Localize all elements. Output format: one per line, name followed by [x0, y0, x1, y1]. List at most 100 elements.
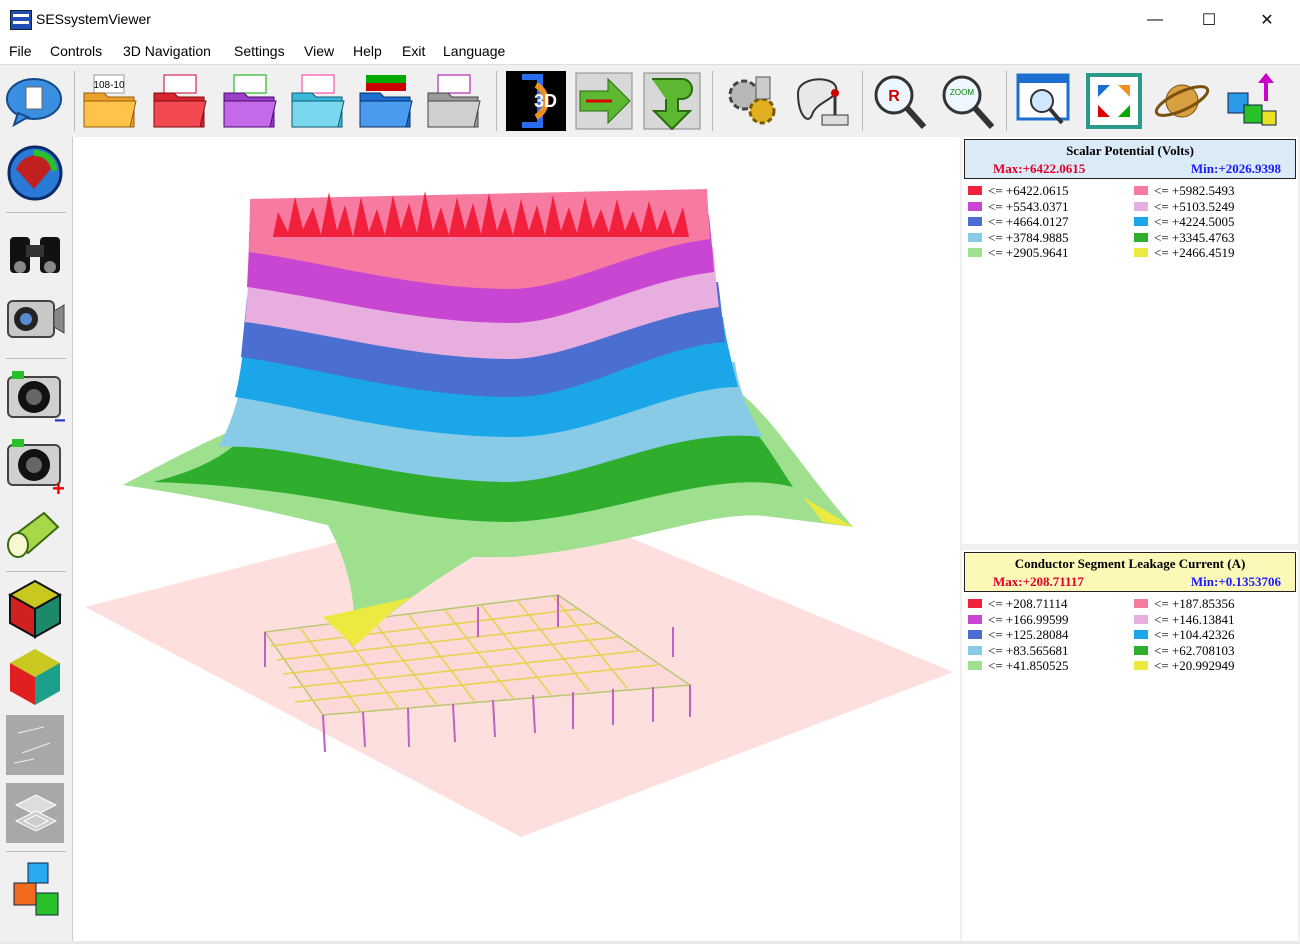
legend-item: <= +166.99599 [968, 612, 1128, 627]
legend-swatch [968, 217, 982, 226]
legend-swatch [968, 248, 982, 257]
open-folder-red-icon[interactable] [150, 71, 210, 131]
legend-item: <= +104.42326 [1134, 627, 1294, 642]
globe-render-icon[interactable] [4, 141, 66, 205]
camera-zoom-in-icon[interactable]: + [4, 433, 66, 501]
legend-item: <= +208.71114 [968, 596, 1128, 611]
legend-swatch [968, 630, 982, 639]
cube-solid-icon[interactable] [4, 645, 66, 709]
open-folder-gray-icon[interactable] [424, 71, 484, 131]
minimize-button[interactable]: — [1126, 0, 1184, 40]
legend-item: <= +5982.5493 [1134, 183, 1294, 198]
legend-item: <= +4224.5005 [1134, 214, 1294, 229]
window-title: SESsystemViewer [36, 11, 151, 27]
legend-swatch [968, 599, 982, 608]
legend-max: Max:+6422.0615 [993, 161, 1086, 176]
legend-item: <= +62.708103 [1134, 643, 1294, 658]
menu-controls[interactable]: Controls [50, 43, 102, 59]
legend-item: <= +187.85356 [1134, 596, 1294, 611]
legend-swatch [1134, 661, 1148, 670]
legend-swatch [1134, 217, 1148, 226]
legend-label: <= +104.42326 [1154, 627, 1235, 642]
legend-item: <= +6422.0615 [968, 183, 1128, 198]
legend-item: <= +125.28084 [968, 627, 1128, 642]
legend-swatch [968, 614, 982, 624]
legend-label: <= +208.71114 [988, 596, 1068, 611]
joystick-icon[interactable] [792, 71, 852, 131]
surface-plot-canvas[interactable] [73, 137, 960, 941]
legend-swatch [968, 645, 982, 655]
cubes-arrow-icon[interactable] [1222, 71, 1282, 131]
arrow-down-return-icon[interactable] [642, 71, 702, 131]
menu-3d-navigation[interactable]: 3D Navigation [123, 43, 211, 59]
menu-exit[interactable]: Exit [402, 43, 425, 59]
legend-label: <= +5543.0371 [988, 198, 1069, 214]
legend-item: <= +4664.0127 [968, 214, 1128, 229]
zoom-out-sign: − [54, 410, 66, 429]
menu-view[interactable]: View [304, 43, 334, 59]
legend-label: <= +146.13841 [1154, 611, 1235, 627]
legend-swatch [1134, 201, 1148, 211]
open-folder-purple-icon[interactable] [220, 71, 280, 131]
gears-icon[interactable] [722, 71, 782, 131]
legend-swatch [1134, 599, 1148, 608]
toolbar: 108-10 3D R ZOOM [0, 64, 1300, 138]
legend-item: <= +41.850525 [968, 658, 1128, 673]
zoom-icon[interactable]: ZOOM [936, 71, 996, 131]
svg-text:R: R [888, 88, 900, 105]
legend-title: Scalar Potential (Volts) [1066, 143, 1194, 158]
menu-help[interactable]: Help [353, 43, 382, 59]
legend-label: <= +3345.4763 [1154, 229, 1235, 245]
legend-swatch [968, 661, 982, 670]
binoculars-icon[interactable] [4, 219, 66, 283]
legend-item: <= +3784.9885 [968, 230, 1128, 245]
legend-label: <= +6422.0615 [988, 183, 1069, 198]
legend-label: <= +2466.4519 [1154, 245, 1235, 260]
open-folder-orange-icon[interactable]: 108-10 [80, 71, 140, 131]
menu-bar: File Controls 3D Navigation Settings Vie… [0, 40, 1300, 64]
legend-swatch [1134, 248, 1148, 257]
cube-outline-icon[interactable] [4, 577, 66, 641]
legend-item: <= +20.992949 [1134, 658, 1294, 673]
maximize-button[interactable]: ☐ [1180, 0, 1238, 40]
legend-header: Scalar Potential (Volts) Max:+6422.0615 … [964, 139, 1296, 179]
building-gray-icon[interactable] [4, 781, 66, 845]
legend-swatch [1134, 232, 1148, 242]
saturn-icon[interactable] [1152, 71, 1212, 131]
open-folder-cyan-icon[interactable] [288, 71, 348, 131]
window-search-icon[interactable] [1014, 71, 1074, 131]
wireframe-gray-icon[interactable] [4, 713, 66, 777]
legend-item: <= +3345.4763 [1134, 230, 1294, 245]
camcorder-icon[interactable] [4, 287, 66, 351]
scalar-potential-legend: Scalar Potential (Volts) Max:+6422.0615 … [962, 137, 1298, 544]
menu-file[interactable]: File [9, 43, 32, 59]
chat-bubble-document-icon[interactable] [4, 71, 64, 131]
legend-swatch [1134, 630, 1148, 639]
open-folder-blue-icon[interactable] [356, 71, 416, 131]
legend-label: <= +83.565681 [988, 642, 1069, 658]
legend-item: <= +146.13841 [1134, 612, 1294, 627]
legend-min: Min:+0.1353706 [1190, 574, 1281, 589]
legend-item: <= +5103.5249 [1134, 199, 1294, 214]
camera-zoom-out-icon[interactable]: − [4, 365, 66, 432]
flashlight-icon[interactable] [4, 501, 66, 565]
close-button[interactable]: ✕ [1238, 0, 1296, 40]
menu-language[interactable]: Language [443, 43, 505, 59]
legend-label: <= +2905.9641 [988, 245, 1069, 260]
arrow-right-icon[interactable] [574, 71, 634, 131]
fit-to-window-icon[interactable] [1084, 71, 1144, 131]
zoom-reset-icon[interactable]: R [868, 71, 928, 131]
legend-swatch [968, 201, 982, 211]
3d-logo-icon[interactable]: 3D [506, 71, 566, 131]
legend-swatch [968, 232, 982, 242]
legend-label: <= +187.85356 [1154, 596, 1235, 611]
3d-viewport[interactable] [73, 137, 960, 941]
legend-area: Scalar Potential (Volts) Max:+6422.0615 … [960, 137, 1300, 941]
legend-swatch [1134, 645, 1148, 655]
legend-item: <= +2905.9641 [968, 245, 1128, 260]
menu-settings[interactable]: Settings [234, 43, 285, 59]
app-icon [10, 10, 32, 30]
zoom-in-sign: + [52, 476, 65, 497]
stacked-cubes-icon[interactable] [4, 857, 66, 921]
legend-label: <= +125.28084 [988, 627, 1069, 642]
